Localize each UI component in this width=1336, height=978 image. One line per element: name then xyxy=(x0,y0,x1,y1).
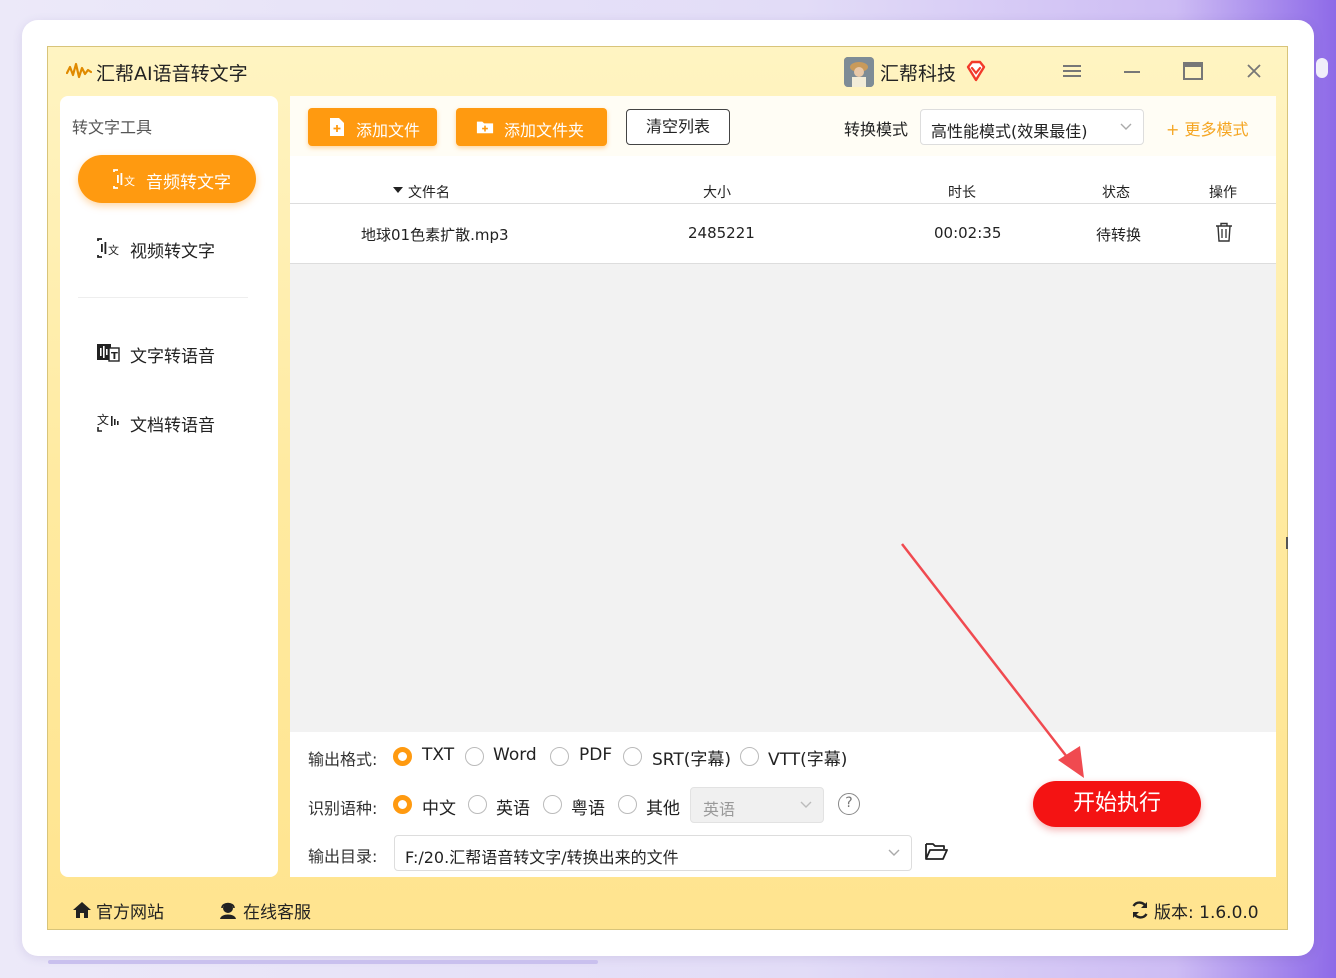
sidebar: 转文字工具 文 音频转文字 文 视频转文字 T 文字转语音 文 文档转语音 xyxy=(60,96,278,877)
app-title: 汇帮AI语音转文字 xyxy=(96,63,248,85)
more-modes-link[interactable]: + 更多模式 xyxy=(1166,116,1249,140)
trash-icon[interactable] xyxy=(1215,222,1233,242)
file-list: 文件名 大小 时长 状态 操作 地球01色素扩散.mp3 2485221 00:… xyxy=(290,156,1276,732)
format-radio-vtt[interactable] xyxy=(740,747,759,766)
start-button[interactable]: 开始执行 xyxy=(1033,781,1201,827)
video-to-text-icon: 文 xyxy=(97,238,119,258)
format-radio-pdf[interactable] xyxy=(550,747,569,766)
sidebar-item-label: 音频转文字 xyxy=(146,173,231,193)
folder-open-icon[interactable] xyxy=(924,840,948,862)
main-panel: 添加文件 添加文件夹 清空列表 转换模式 高性能模式(效果最佳) + 更多模式 xyxy=(290,96,1276,877)
format-radio-word[interactable] xyxy=(465,747,484,766)
refresh-icon[interactable] xyxy=(1130,900,1150,920)
lang-label-cantonese: 粤语 xyxy=(571,799,605,819)
audio-to-text-icon: 文 xyxy=(113,169,135,189)
mode-label: 转换模式 xyxy=(844,120,909,139)
maximize-icon[interactable] xyxy=(1181,59,1205,83)
format-radio-txt[interactable] xyxy=(393,747,412,766)
other-language-value: 英语 xyxy=(703,800,736,819)
sidebar-divider xyxy=(78,297,248,298)
company-name: 汇帮科技 xyxy=(880,63,957,85)
customer-service-icon[interactable] xyxy=(218,900,238,920)
text-to-speech-icon: T xyxy=(97,344,120,362)
sidebar-item-label: 文档转语音 xyxy=(130,416,215,436)
version-label: 版本: 1.6.0.0 xyxy=(1154,903,1259,923)
add-file-label: 添加文件 xyxy=(356,121,421,140)
add-folder-button[interactable]: 添加文件夹 xyxy=(456,108,607,146)
svg-text:文: 文 xyxy=(108,243,119,257)
lang-radio-other[interactable] xyxy=(618,795,637,814)
output-dir-value: F:/20.汇帮语音转文字/转换出来的文件 xyxy=(405,848,679,867)
other-language-select[interactable]: 英语 xyxy=(690,787,824,823)
minimize-icon[interactable] xyxy=(1121,59,1145,83)
app-window: 汇帮AI语音转文字 汇帮科技 转文字工具 文 音频转文字 文 视频转文字 T 文… xyxy=(47,46,1288,930)
chevron-down-icon xyxy=(887,842,901,866)
output-dir-select[interactable]: F:/20.汇帮语音转文字/转换出来的文件 xyxy=(394,835,912,871)
sort-down-icon[interactable] xyxy=(393,186,403,194)
chevron-down-icon xyxy=(1119,116,1133,140)
online-support-link[interactable]: 在线客服 xyxy=(243,898,311,923)
cell-size: 2485221 xyxy=(688,224,755,242)
cell-status: 待转换 xyxy=(1096,226,1142,244)
format-radio-srt[interactable] xyxy=(623,747,642,766)
column-size[interactable]: 大小 xyxy=(703,182,731,202)
menu-icon[interactable] xyxy=(1060,59,1084,83)
clear-list-button[interactable]: 清空列表 xyxy=(626,109,730,145)
format-label-txt: TXT xyxy=(422,745,455,765)
add-folder-icon xyxy=(476,121,494,134)
output-dir-label: 输出目录: xyxy=(308,847,378,866)
lang-radio-english[interactable] xyxy=(468,795,487,814)
options-panel: 输出格式: TXT Word PDF SRT(字幕) VTT(字幕) 识别语种:… xyxy=(290,732,1276,877)
table-header: 文件名 大小 时长 状态 操作 xyxy=(290,156,1276,204)
user-avatar[interactable] xyxy=(844,57,874,87)
column-filename[interactable]: 文件名 xyxy=(408,182,450,202)
title-bar: 汇帮AI语音转文字 汇帮科技 xyxy=(48,47,1287,95)
svg-text:文: 文 xyxy=(97,412,109,427)
scroll-indicator xyxy=(1286,537,1288,549)
format-label-pdf: PDF xyxy=(579,745,613,765)
lang-radio-chinese[interactable] xyxy=(393,795,412,814)
side-handle xyxy=(1316,58,1328,78)
sidebar-item-label: 文字转语音 xyxy=(130,347,215,367)
home-icon[interactable] xyxy=(72,900,92,920)
chevron-down-icon xyxy=(799,794,813,818)
column-actions: 操作 xyxy=(1209,185,1237,201)
mode-select-value: 高性能模式(效果最佳) xyxy=(931,122,1088,141)
format-label-word: Word xyxy=(493,745,537,765)
table-row[interactable]: 地球01色素扩散.mp3 2485221 00:02:35 待转换 xyxy=(290,204,1276,264)
close-icon[interactable] xyxy=(1242,59,1266,83)
lang-label-other: 其他 xyxy=(646,799,680,819)
official-website-link[interactable]: 官方网站 xyxy=(96,898,164,923)
cell-filename: 地球01色素扩散.mp3 xyxy=(361,226,509,244)
help-icon[interactable]: ? xyxy=(838,793,860,815)
sidebar-item-video-to-text[interactable]: 文 视频转文字 xyxy=(96,230,256,266)
lang-label-chinese: 中文 xyxy=(422,799,456,819)
svg-text:T: T xyxy=(111,351,118,362)
document-to-speech-icon: 文 xyxy=(97,412,119,432)
sidebar-item-label: 视频转文字 xyxy=(130,242,215,262)
sidebar-item-document-to-speech[interactable]: 文 文档转语音 xyxy=(96,404,256,440)
sidebar-heading: 转文字工具 xyxy=(72,118,153,137)
lang-label-english: 英语 xyxy=(496,799,530,819)
cell-duration: 00:02:35 xyxy=(934,224,1002,242)
svg-text:文: 文 xyxy=(124,174,135,188)
bottom-progress-bar xyxy=(48,960,598,964)
sidebar-item-audio-to-text[interactable]: 文 音频转文字 xyxy=(78,155,256,203)
language-label: 识别语种: xyxy=(308,799,378,818)
format-label-srt: SRT(字幕) xyxy=(652,750,732,770)
lang-radio-cantonese[interactable] xyxy=(543,795,562,814)
add-folder-label: 添加文件夹 xyxy=(504,121,585,140)
add-file-icon xyxy=(330,118,344,136)
format-label: 输出格式: xyxy=(308,750,378,769)
column-status[interactable]: 状态 xyxy=(1102,182,1130,202)
mode-select[interactable]: 高性能模式(效果最佳) xyxy=(920,109,1144,145)
format-label-vtt: VTT(字幕) xyxy=(768,750,848,770)
column-duration[interactable]: 时长 xyxy=(948,182,976,202)
sidebar-item-text-to-speech[interactable]: T 文字转语音 xyxy=(96,335,256,371)
vip-diamond-icon[interactable] xyxy=(964,59,988,83)
waveform-logo-icon xyxy=(66,62,92,79)
add-file-button[interactable]: 添加文件 xyxy=(308,108,437,146)
toolbar: 添加文件 添加文件夹 清空列表 转换模式 高性能模式(效果最佳) + 更多模式 xyxy=(290,96,1276,156)
